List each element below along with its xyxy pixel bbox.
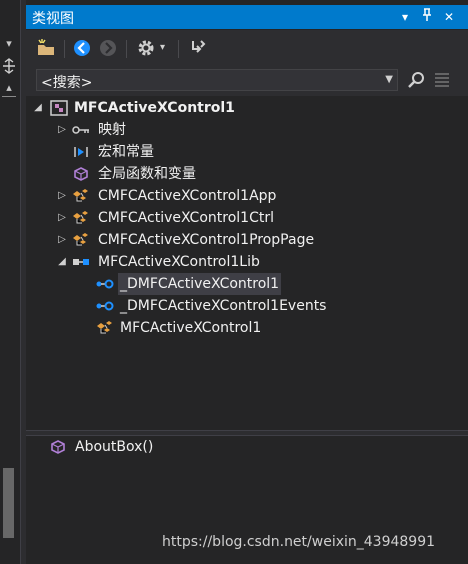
macro-icon — [72, 144, 90, 160]
class-icon — [72, 210, 90, 226]
tree-node-label: CMFCActiveXControl1PropPage — [98, 232, 315, 248]
scrollbar-thumb[interactable] — [3, 468, 14, 538]
cube-icon — [72, 166, 90, 182]
class-view-panel: 类视图 ▾ ✕ ▾ <搜索> ▼ ◢ MFCActiveXControl1 ▷ … — [26, 0, 468, 564]
project-icon — [50, 100, 68, 116]
key-icon — [72, 122, 90, 138]
collapsed-arrow-icon[interactable]: ▷ — [56, 119, 68, 141]
chevron-down-icon[interactable]: ▾ — [396, 8, 414, 26]
settings-icon[interactable] — [136, 38, 156, 58]
tree-node-label: CMFCActiveXControl1App — [98, 188, 277, 204]
tree-node-label: 宏和常量 — [98, 144, 154, 160]
collapsed-arrow-icon[interactable]: ▷ — [56, 185, 68, 207]
filter-settings-icon[interactable] — [432, 70, 452, 90]
tree-node-label: CMFCActiveXControl1Ctrl — [98, 210, 274, 226]
panel-title: 类视图 — [32, 11, 74, 27]
toolbar-separator — [64, 40, 65, 58]
chevron-down-icon[interactable]: ▾ — [2, 36, 16, 52]
tree-node-label: 映射 — [98, 122, 126, 138]
tree-node-label: 全局函数和变量 — [98, 166, 196, 182]
search-icon[interactable] — [406, 70, 426, 90]
tree-node-label: MFCActiveXControl1Lib — [98, 254, 260, 270]
collapsed-arrow-icon[interactable]: ▷ — [56, 229, 68, 251]
sync-icon[interactable] — [188, 38, 208, 58]
method-icon — [50, 439, 68, 455]
expanded-arrow-icon[interactable]: ◢ — [32, 97, 44, 119]
expanded-arrow-icon[interactable]: ◢ — [56, 251, 68, 273]
class-icon — [72, 232, 90, 248]
class-tree: ◢ MFCActiveXControl1 ▷ 映射 宏和常量 全局函数和变量 ▷… — [26, 96, 468, 430]
chevron-down-icon[interactable]: ▾ — [160, 38, 180, 58]
tree-node-label: _DMFCActiveXControl1 — [118, 273, 282, 295]
tree-node-label: MFCActiveXControl1 — [74, 100, 235, 116]
tree-node-label: MFCActiveXControl1 — [120, 320, 262, 336]
split-icon[interactable] — [2, 58, 16, 74]
collapsed-arrow-icon[interactable]: ▷ — [56, 207, 68, 229]
left-side-strip: ▾ ▴ — [0, 0, 21, 564]
watermark: https://blog.csdn.net/weixin_43948991 — [162, 534, 436, 550]
back-icon[interactable] — [72, 38, 92, 58]
search-input[interactable]: <搜索> ▼ — [36, 69, 398, 91]
forward-icon[interactable] — [98, 38, 118, 58]
toolbar: ▾ — [26, 30, 468, 66]
member-label: AboutBox() — [75, 439, 154, 455]
interface-icon — [96, 276, 114, 292]
interface-icon — [96, 298, 114, 314]
panel-titlebar[interactable]: 类视图 ▾ ✕ — [26, 5, 468, 29]
new-folder-icon[interactable] — [36, 38, 56, 58]
search-placeholder: <搜索> — [41, 75, 93, 91]
scroll-up-icon[interactable]: ▴ — [2, 80, 16, 96]
divider — [2, 96, 16, 97]
search-row: <搜索> ▼ — [26, 66, 468, 96]
chevron-down-icon[interactable]: ▼ — [385, 74, 393, 85]
library-icon — [72, 254, 90, 270]
class-icon — [72, 188, 90, 204]
toolbar-separator — [178, 40, 179, 58]
tree-node-label: _DMFCActiveXControl1Events — [120, 298, 327, 314]
class-icon — [96, 320, 114, 336]
close-icon[interactable]: ✕ — [440, 8, 458, 26]
pin-icon[interactable] — [418, 8, 436, 26]
toolbar-separator — [126, 40, 127, 58]
